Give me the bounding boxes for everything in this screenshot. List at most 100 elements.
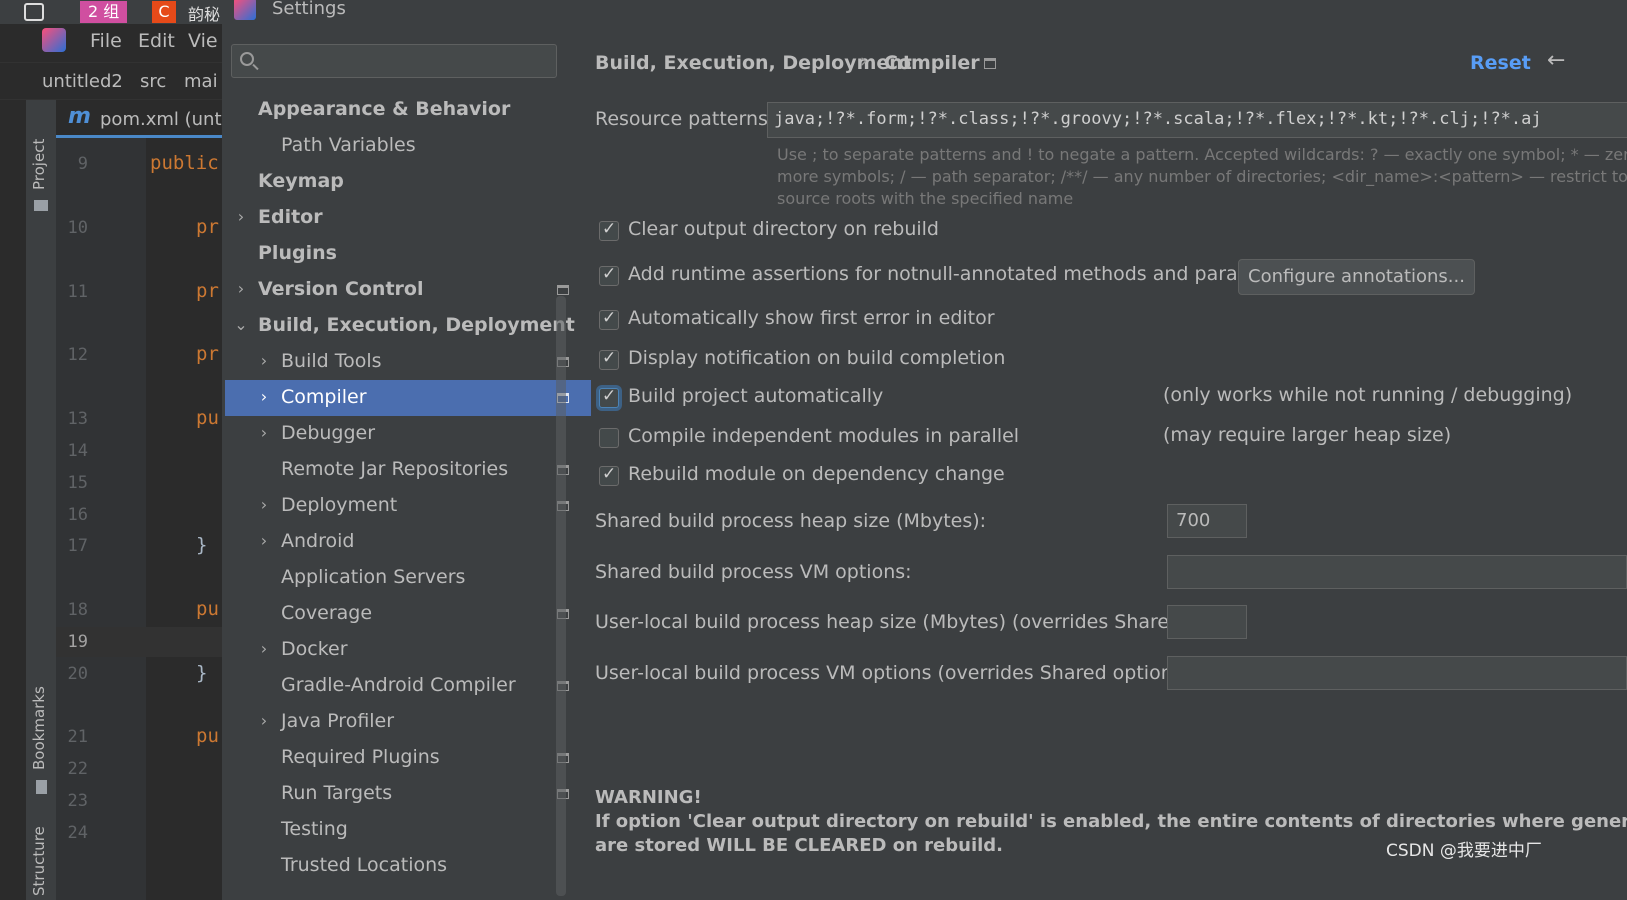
option-label[interactable]: Compile independent modules in parallel <box>628 425 1019 447</box>
back-arrow-icon[interactable]: ← <box>1547 48 1565 73</box>
menu-view[interactable]: Vie <box>188 30 218 52</box>
tree-item[interactable]: › Java Profiler <box>225 704 591 740</box>
code-text: } <box>196 662 208 684</box>
tree-item[interactable]: Remote Jar Repositories <box>225 452 591 488</box>
tree-item-label: Required Plugins <box>281 746 440 768</box>
breadcrumb: untitled2 src mai <box>0 62 230 100</box>
code-text: public <box>150 152 219 174</box>
tree-item-label: Plugins <box>258 242 337 264</box>
tree-item[interactable]: Keymap <box>225 164 591 200</box>
tree-item[interactable]: › Deployment <box>225 488 591 524</box>
line-number: 22 <box>67 759 88 779</box>
option-checkbox[interactable] <box>599 264 619 286</box>
breadcrumb-separator: › <box>860 50 868 72</box>
code-text: pr <box>196 280 219 302</box>
tool-project[interactable]: Project <box>30 139 48 190</box>
configure-annotations-button[interactable]: Configure annotations... <box>1238 259 1475 295</box>
option-checkbox[interactable] <box>599 219 619 241</box>
code-text: pr <box>196 343 219 365</box>
project-level-icon <box>557 285 569 295</box>
resource-patterns-label: Resource patterns: <box>595 108 775 130</box>
chevron-right-icon[interactable]: › <box>234 279 248 298</box>
breadcrumb-page: Compiler <box>884 52 980 74</box>
line-number: 23 <box>67 791 88 811</box>
line-number: 13 <box>67 409 88 429</box>
line-number: 19 <box>67 632 88 652</box>
resource-patterns-input[interactable]: java;!?*.form;!?*.class;!?*.groovy;!?*.s… <box>767 102 1627 138</box>
local-vm-options-input[interactable] <box>1167 656 1627 690</box>
tree-item[interactable]: › Version Control <box>225 272 591 308</box>
tree-item[interactable]: › Compiler <box>225 380 591 416</box>
option-checkbox[interactable] <box>599 464 619 486</box>
tree-item[interactable]: › Debugger <box>225 416 591 452</box>
breadcrumb-project[interactable]: untitled2 <box>42 71 123 92</box>
chevron-right-icon[interactable]: › <box>257 387 271 406</box>
tree-scrollbar[interactable] <box>556 296 566 896</box>
menu-edit[interactable]: Edit <box>138 30 175 52</box>
taskbar-tab-app[interactable]: 韵秘 <box>188 1 220 25</box>
option-label[interactable]: Automatically show first error in editor <box>628 307 995 329</box>
tree-item[interactable]: › Docker <box>225 632 591 668</box>
chevron-right-icon[interactable]: › <box>257 351 271 370</box>
tree-item-label: Run Targets <box>281 782 393 804</box>
option-label[interactable]: Build project automatically <box>628 385 883 407</box>
tree-item[interactable]: Coverage <box>225 596 591 632</box>
tree-item[interactable]: Required Plugins <box>225 740 591 776</box>
option-label[interactable]: Add runtime assertions for notnull-annot… <box>628 263 1305 285</box>
tree-item[interactable]: Trusted Locations <box>225 848 591 884</box>
chevron-right-icon[interactable]: › <box>257 639 271 658</box>
tool-bookmarks[interactable]: Bookmarks <box>30 686 48 770</box>
option-label[interactable]: Rebuild module on dependency change <box>628 463 1005 485</box>
option-checkbox[interactable] <box>599 428 619 448</box>
tree-item[interactable]: ⌄ Build, Execution, Deployment <box>225 308 591 344</box>
heap-size-input[interactable]: 700 <box>1167 504 1247 538</box>
code-text: } <box>196 534 208 556</box>
breadcrumb-main[interactable]: mai <box>184 71 218 92</box>
vm-options-input[interactable] <box>1167 555 1627 589</box>
tree-item[interactable]: Application Servers <box>225 560 591 596</box>
search-input[interactable] <box>231 44 557 78</box>
tree-item[interactable]: › Editor <box>225 200 591 236</box>
chevron-right-icon[interactable]: › <box>257 495 271 514</box>
option-checkbox[interactable] <box>599 348 619 370</box>
editor-tab-label: pom.xml (unti <box>100 109 227 130</box>
tree-item[interactable]: Plugins <box>225 236 591 272</box>
taskbar-tab-group[interactable]: 2 组 <box>80 1 128 23</box>
option-label[interactable]: Clear output directory on rebuild <box>628 218 939 240</box>
line-number: 9 <box>77 154 88 174</box>
warning-text: If option 'Clear output directory on reb… <box>595 811 1627 832</box>
tree-item[interactable]: › Build Tools <box>225 344 591 380</box>
chevron-right-icon[interactable]: › <box>257 531 271 550</box>
chevron-right-icon[interactable]: › <box>257 711 271 730</box>
chevron-right-icon[interactable]: › <box>234 207 248 226</box>
intellij-logo-icon <box>234 0 256 20</box>
chevron-right-icon[interactable]: › <box>257 423 271 442</box>
line-number: 15 <box>67 473 88 493</box>
tool-structure[interactable]: Structure <box>30 826 48 896</box>
menu-file[interactable]: File <box>90 30 122 52</box>
option-checkbox[interactable] <box>599 386 619 408</box>
tree-item-label: Keymap <box>258 170 344 192</box>
line-number: 17 <box>67 536 88 556</box>
tree-item[interactable]: › Android <box>225 524 591 560</box>
line-number: 14 <box>67 441 88 461</box>
search-field[interactable] <box>266 49 546 73</box>
local-heap-size-input[interactable] <box>1167 605 1247 639</box>
option-label[interactable]: Display notification on build completion <box>628 347 1005 369</box>
reset-link[interactable]: Reset <box>1470 52 1531 74</box>
search-icon-handle <box>252 63 259 71</box>
editor-tab[interactable]: m pom.xml (unti <box>56 100 230 138</box>
option-checkbox[interactable] <box>599 308 619 330</box>
tree-item[interactable]: Gradle-Android Compiler <box>225 668 591 704</box>
tree-item[interactable]: Testing <box>225 812 591 848</box>
tree-item[interactable]: Run Targets <box>225 776 591 812</box>
tree-item[interactable]: Appearance & Behavior <box>225 92 591 128</box>
tree-item-label: Coverage <box>281 602 373 624</box>
local-heap-size-label: User-local build process heap size (Mbyt… <box>595 611 1238 633</box>
tree-item[interactable]: Path Variables <box>225 128 591 164</box>
tree-item-label: Appearance & Behavior <box>258 98 511 120</box>
option-note: (may require larger heap size) <box>1163 424 1452 446</box>
chevron-down-icon[interactable]: ⌄ <box>234 315 248 334</box>
breadcrumb-src[interactable]: src <box>140 71 166 92</box>
line-number: 12 <box>67 345 88 365</box>
